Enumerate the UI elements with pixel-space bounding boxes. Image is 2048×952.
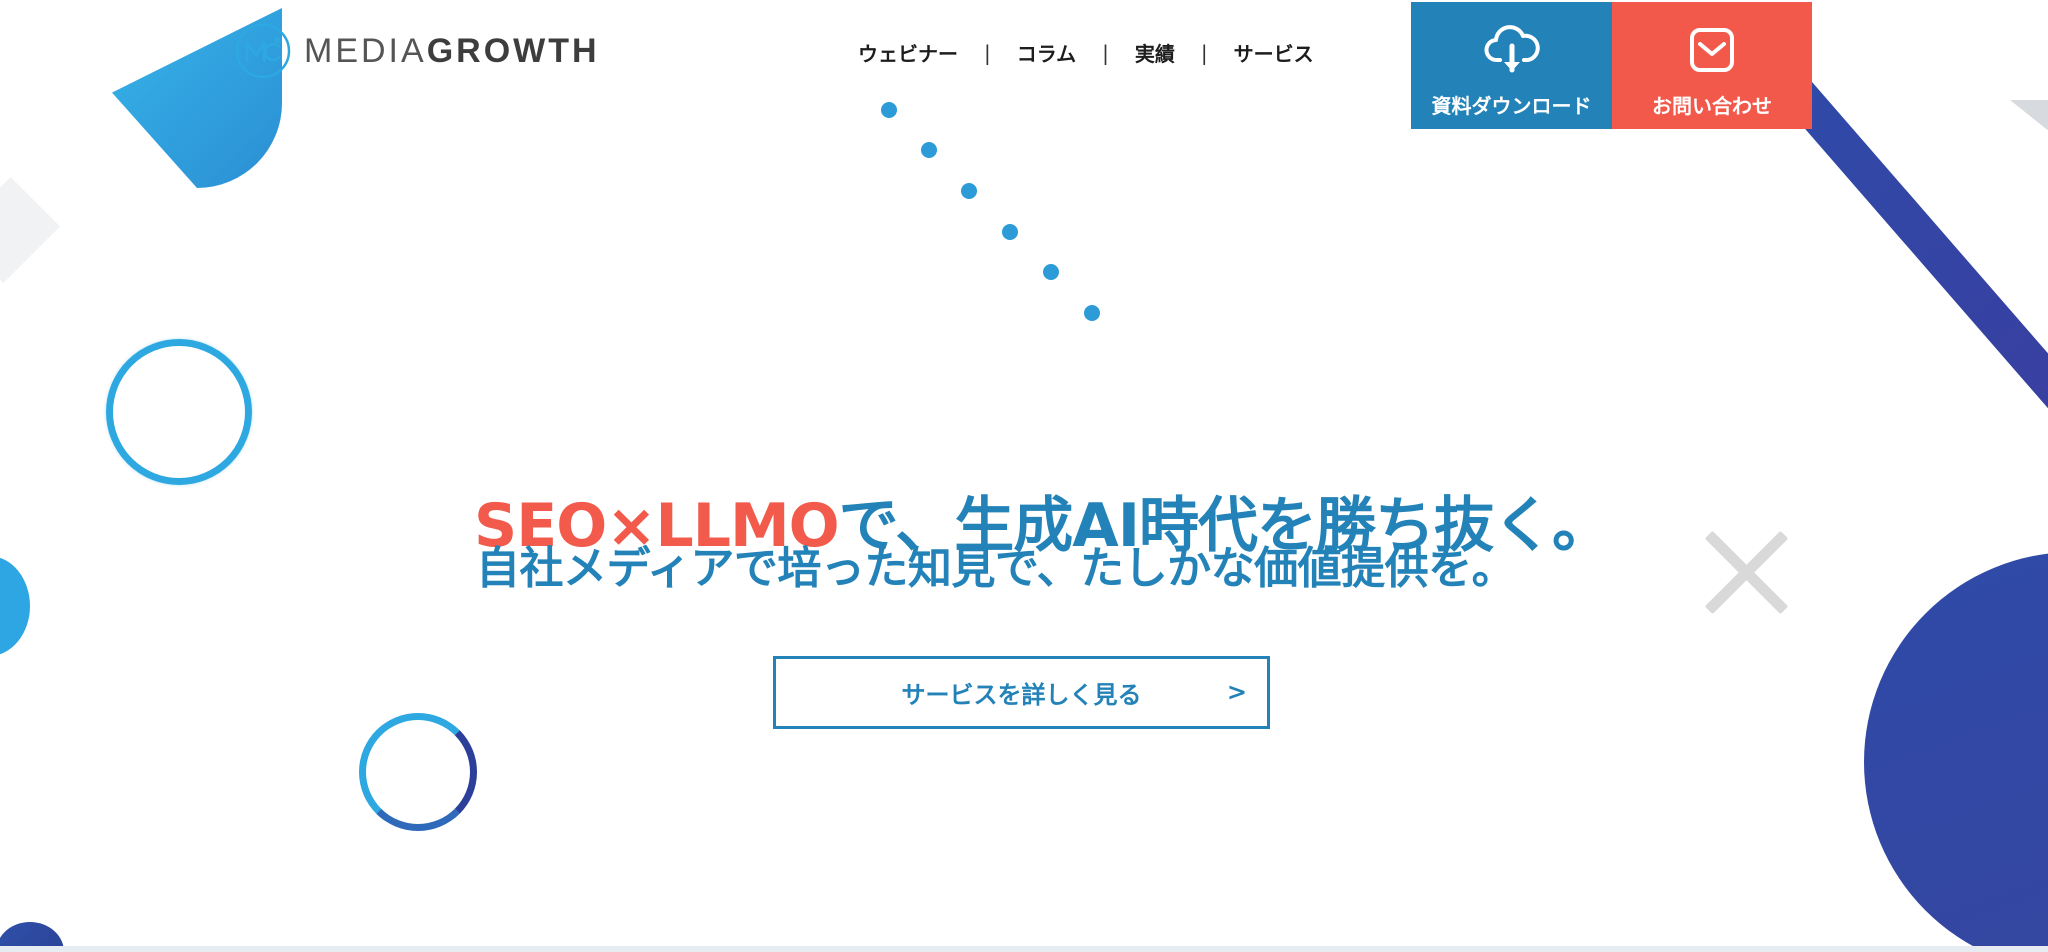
nav-item-webinar[interactable]: ウェビナー: [858, 38, 958, 67]
decorative-dot: [921, 142, 937, 158]
decorative-large-blob-right: [1864, 552, 2048, 952]
main-nav: ウェビナー | コラム | 実績 | サービス: [858, 38, 1314, 67]
decorative-dot: [1002, 224, 1018, 240]
chevron-right-icon: >: [1226, 678, 1247, 706]
logo-text-growth: GROWTH: [426, 31, 600, 70]
logo-mark-icon: [235, 23, 291, 79]
nav-item-service[interactable]: サービス: [1234, 38, 1314, 67]
site-header: MEDIAGROWTH ウェビナー | コラム | 実績 | サービス 資料ダウ…: [0, 0, 2048, 129]
nav-item-results[interactable]: 実績: [1135, 38, 1175, 67]
decorative-half-circle-left: [0, 556, 30, 656]
cloud-download-icon: [1484, 25, 1540, 73]
mail-icon: [1690, 28, 1734, 72]
nav-separator: |: [1102, 40, 1109, 65]
decorative-diagonal-stripe: [1780, 76, 2048, 455]
logo-wordmark: MEDIAGROWTH: [304, 32, 600, 71]
decorative-grey-wedge: [0, 176, 61, 284]
nav-separator: |: [984, 40, 991, 65]
view-services-button[interactable]: サービスを詳しく見る >: [773, 656, 1270, 729]
nav-separator: |: [1200, 40, 1208, 65]
decorative-dot: [881, 102, 897, 118]
decorative-grey-corner: [2010, 100, 2048, 140]
decorative-dot: [961, 183, 977, 199]
download-materials-button[interactable]: 資料ダウンロード: [1411, 2, 1612, 129]
decorative-dot: [1084, 305, 1100, 321]
bottom-divider: [0, 946, 2048, 952]
logo-text-media: MEDIA: [304, 31, 427, 70]
contact-button[interactable]: お問い合わせ: [1612, 2, 1812, 129]
site-logo[interactable]: MEDIAGROWTH: [234, 20, 600, 82]
nav-item-column[interactable]: コラム: [1017, 38, 1076, 67]
decorative-ring-left: [106, 339, 252, 485]
decorative-ring-bottom: [359, 713, 477, 831]
view-services-label: サービスを詳しく見る: [901, 681, 1142, 709]
contact-label: お問い合わせ: [1652, 94, 1772, 118]
hero-subheadline: 自社メディアで培った知見で、たしかな価値提供を。: [476, 543, 1516, 594]
decorative-x-mark: [1700, 525, 1795, 620]
decorative-dot: [1043, 264, 1059, 280]
download-materials-label: 資料ダウンロード: [1431, 94, 1592, 118]
page: MEDIAGROWTH ウェビナー | コラム | 実績 | サービス 資料ダウ…: [0, 0, 2048, 952]
